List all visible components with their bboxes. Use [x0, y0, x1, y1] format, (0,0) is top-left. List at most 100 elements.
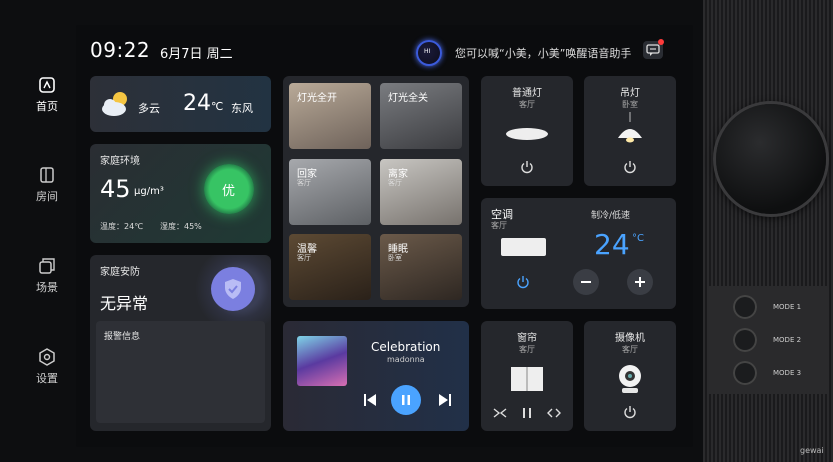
- scene-away-room: 客厅: [388, 179, 402, 187]
- scene-lights-off-label: 灯光全关: [388, 93, 428, 104]
- date: 6月7日 周二: [160, 47, 233, 62]
- humidity-reading: 湿度：45%: [160, 222, 202, 231]
- camera-room: 客厅: [622, 345, 638, 354]
- ac-temp-down-button[interactable]: [573, 269, 599, 295]
- music-card: Celebration madonna: [283, 321, 469, 431]
- light-pendant-name: 吊灯: [620, 88, 640, 99]
- voice-assistant-button[interactable]: HI: [416, 40, 442, 66]
- home-icon: [39, 77, 55, 93]
- nav-scene[interactable]: 场景: [22, 257, 72, 295]
- scene-away[interactable]: 离家 客厅: [380, 159, 462, 225]
- scene-cozy-room: 客厅: [297, 254, 311, 262]
- mode-1-button[interactable]: [733, 295, 757, 319]
- curtain-room: 客厅: [519, 345, 535, 354]
- pm-unit: μg/m³: [134, 186, 164, 197]
- scene-home-room: 客厅: [297, 179, 311, 187]
- ac-temperature: 24: [594, 228, 630, 261]
- nav-room-label: 房间: [36, 190, 58, 203]
- notification-dot: [658, 39, 664, 45]
- pm-value: 45: [100, 175, 131, 203]
- curtain-open-icon[interactable]: [547, 408, 561, 418]
- power-icon[interactable]: [623, 160, 637, 174]
- power-icon[interactable]: [520, 160, 534, 174]
- mode-3-label: MODE 3: [773, 369, 802, 377]
- curtain-card[interactable]: 窗帘 客厅: [481, 321, 573, 431]
- minus-icon: [581, 281, 591, 283]
- nav-settings[interactable]: 设置: [22, 348, 72, 386]
- scene-lights-off[interactable]: 灯光全关: [380, 83, 462, 149]
- curtain-name: 窗帘: [517, 333, 537, 344]
- light-card-pendant[interactable]: 吊灯 卧室: [584, 76, 676, 186]
- air-quality-label: 优: [222, 184, 236, 199]
- security-title: 家庭安防: [100, 267, 140, 278]
- environment-card[interactable]: 家庭环境 45 μg/m³ 优 温度：24℃ 湿度：45%: [90, 144, 271, 243]
- song-title: Celebration: [371, 340, 441, 354]
- gear-icon: [39, 348, 55, 366]
- album-art[interactable]: [297, 336, 347, 386]
- cloudy-icon: [102, 92, 127, 116]
- light-normal-room: 客厅: [519, 100, 535, 109]
- scenes-card: 灯光全开 灯光全关 回家 客厅 离家 客厅 温馨 客厅 睡眠 卧室: [283, 76, 469, 307]
- mode-panel: [707, 286, 829, 394]
- ac-room: 客厅: [491, 221, 507, 230]
- rotary-knob[interactable]: [716, 104, 826, 214]
- camera-name: 摄像机: [615, 333, 645, 344]
- next-icon[interactable]: [438, 393, 452, 407]
- ac-mode: 制冷/低速: [591, 211, 631, 221]
- weather-wind: 东风: [231, 102, 253, 115]
- nav-scene-label: 场景: [36, 281, 58, 294]
- power-icon[interactable]: [623, 405, 637, 419]
- camera-icon: [619, 365, 641, 393]
- pause-button[interactable]: [391, 385, 421, 415]
- voice-logo: HI: [424, 48, 431, 55]
- light-card-normal[interactable]: 普通灯 客厅: [481, 76, 573, 186]
- ceiling-light-icon: [506, 128, 548, 140]
- scene-home[interactable]: 回家 客厅: [289, 159, 371, 225]
- shield-icon: [225, 279, 241, 299]
- curtain-pause-icon[interactable]: [522, 408, 532, 418]
- scene-sleep-room: 卧室: [388, 254, 402, 262]
- ac-unit-icon: [501, 238, 546, 256]
- camera-card[interactable]: 摄像机 客厅: [584, 321, 676, 431]
- nav-home[interactable]: 首页: [22, 76, 72, 114]
- scene-icon: [39, 258, 55, 274]
- environment-title: 家庭环境: [100, 156, 140, 167]
- voice-hint: 您可以喊“小美，小美”唤醒语音助手: [455, 47, 632, 60]
- scene-sleep[interactable]: 睡眠 卧室: [380, 234, 462, 300]
- ac-temp-up-button[interactable]: [627, 269, 653, 295]
- mode-1-label: MODE 1: [773, 303, 802, 311]
- nav-settings-label: 设置: [36, 372, 58, 385]
- security-status: 无异常: [100, 294, 149, 313]
- weather-card[interactable]: 多云 24 ℃ 东风: [90, 76, 271, 132]
- nav-home-label: 首页: [36, 100, 58, 113]
- nav-room[interactable]: 房间: [22, 166, 72, 204]
- mode-2-button[interactable]: [733, 328, 757, 352]
- air-quality-badge: 优: [204, 164, 254, 214]
- light-pendant-room: 卧室: [622, 100, 638, 109]
- brand-logo: gewai: [800, 446, 824, 455]
- weather-condition: 多云: [138, 102, 160, 115]
- light-normal-name: 普通灯: [512, 88, 542, 99]
- ac-card[interactable]: 空调 客厅 制冷/低速 24 °C: [481, 198, 676, 309]
- scene-lights-on-label: 灯光全开: [297, 93, 337, 104]
- door-icon: [40, 167, 54, 183]
- security-shield: [211, 267, 255, 311]
- alert-title: 报警信息: [104, 332, 141, 342]
- curtain-close-icon[interactable]: [493, 408, 507, 418]
- curtain-icon: [511, 367, 543, 391]
- weather-temp-unit: ℃: [211, 100, 224, 113]
- mode-3-button[interactable]: [733, 361, 757, 385]
- scene-cozy[interactable]: 温馨 客厅: [289, 234, 371, 300]
- security-card[interactable]: 家庭安防 无异常 报警信息: [90, 255, 271, 431]
- scene-lights-on[interactable]: 灯光全开: [289, 83, 371, 149]
- power-icon[interactable]: [516, 275, 530, 289]
- temperature-reading: 温度：24℃: [100, 222, 144, 231]
- plus-icon: [635, 277, 645, 287]
- ac-unit: °C: [632, 233, 644, 244]
- song-artist: madonna: [387, 355, 425, 364]
- pause-icon: [402, 395, 410, 405]
- mode-2-label: MODE 2: [773, 336, 802, 344]
- alert-panel: 报警信息: [96, 321, 265, 423]
- previous-icon[interactable]: [363, 393, 377, 407]
- pendant-lamp-icon: [618, 112, 642, 143]
